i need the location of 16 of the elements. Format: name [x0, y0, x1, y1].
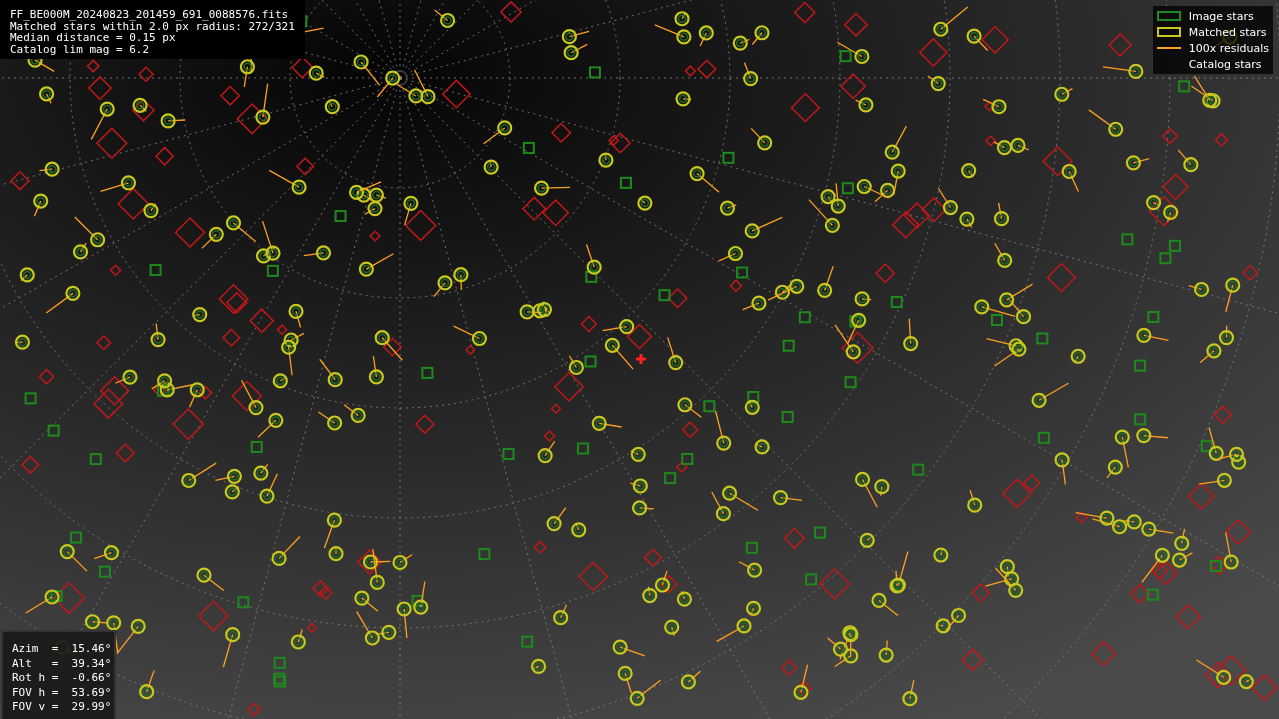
info-text: FF_BE000M_20240823_201459_691_0088576.fits	[10, 9, 290, 21]
legend-label: Catalog stars	[1188, 57, 1262, 71]
info-text: Catalog lim mag = 6.2	[10, 43, 151, 55]
pointing-value: FOV v = 29.99°	[12, 700, 113, 715]
pointing-value: Azim = 15.46°	[12, 642, 113, 657]
info-text: Median distance = 0.15 px	[10, 32, 176, 44]
info-text: Matched stars within 2.0 px radius: 272/321	[10, 20, 295, 32]
legend-label: 100x residuals	[1188, 41, 1269, 55]
legend-box-icon	[1156, 11, 1181, 21]
legend-line-icon	[1156, 47, 1181, 49]
legend-label: Matched stars	[1188, 25, 1267, 39]
pointing-value: FOV h = 53.69°	[12, 685, 113, 700]
legend-label: Image stars	[1188, 9, 1254, 23]
legend-box-icon	[1156, 27, 1181, 37]
pointing-value: Alt = 39.34°	[12, 656, 113, 671]
pointing-value: Rot h = -0.66°	[12, 671, 113, 686]
